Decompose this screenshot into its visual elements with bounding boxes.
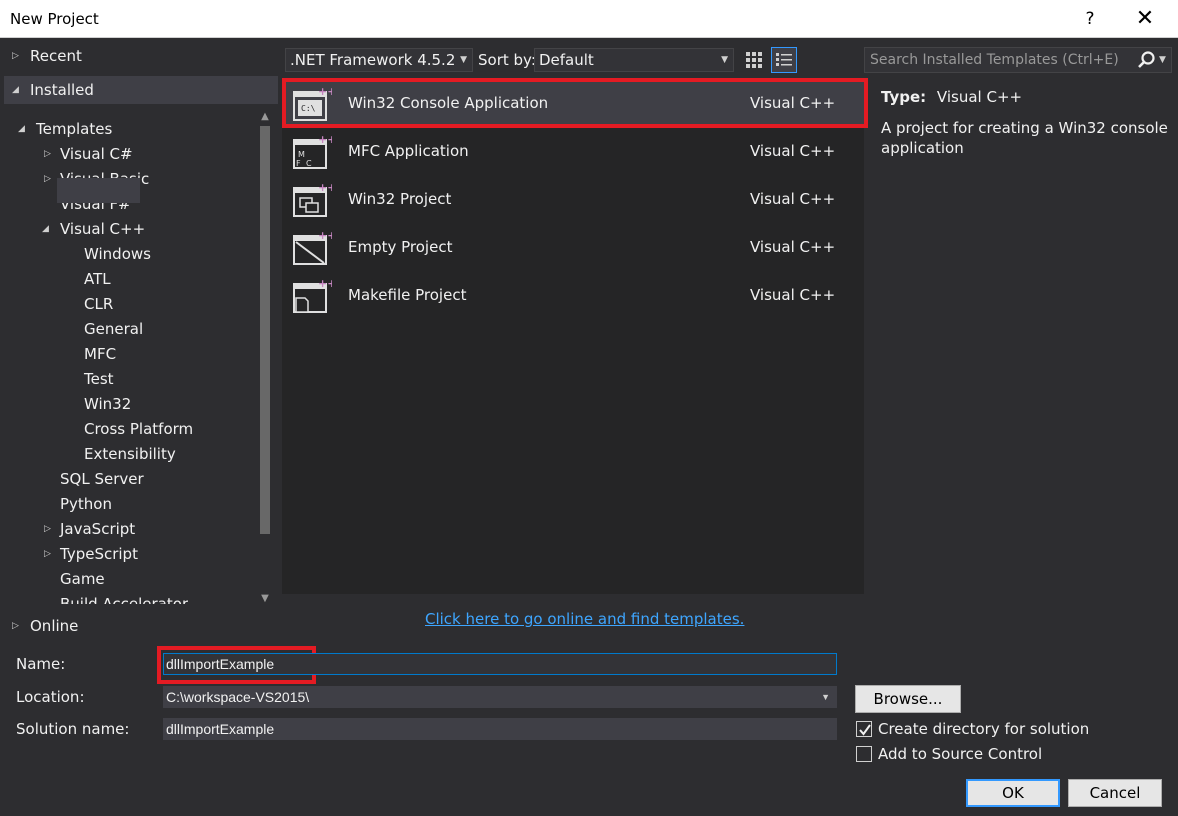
scroll-up-icon[interactable]: ▲ [256,108,274,126]
tree-item-sql-server[interactable]: SQL Server [60,467,144,491]
small-icons-view-button[interactable] [741,47,767,73]
tree-item-extensibility[interactable]: Extensibility [84,442,176,466]
collapse-icon[interactable]: ◢ [42,217,52,241]
collapse-icon[interactable]: ◢ [12,78,22,102]
chevron-down-icon[interactable]: ▼ [1159,48,1166,72]
create-directory-label[interactable]: Create directory for solution [878,720,1089,738]
title-bar: New Project ? ✕ [0,0,1178,38]
cancel-button[interactable]: Cancel [1068,779,1162,807]
tree-item-mfc[interactable]: MFC [84,342,116,366]
name-input[interactable]: dllImportExample [163,653,837,675]
template-item-win32-project[interactable]: ++ Win32 Project Visual C++ [282,176,864,224]
template-tree: ▷ Recent ◢ Installed ◢ Templates ▷ Visua… [0,38,278,610]
expand-icon[interactable]: ▷ [12,44,22,68]
list-view-icon [776,53,792,66]
location-label: Location: [16,688,85,706]
template-item-mfc-app[interactable]: M F C ++ MFC Application Visual C++ [282,128,864,176]
create-directory-checkbox[interactable] [856,721,872,737]
tree-item-cross-platform[interactable]: Cross Platform [84,417,193,441]
window-title: New Project [10,10,99,28]
browse-button[interactable]: Browse... [855,685,961,713]
solution-name-input[interactable]: dllImportExample [163,718,837,740]
svg-text:++: ++ [318,278,332,290]
add-source-control-label[interactable]: Add to Source Control [878,745,1042,763]
tree-item-clr[interactable]: CLR [84,292,113,316]
scroll-thumb[interactable] [260,126,270,534]
chevron-down-icon: ▼ [721,55,728,65]
name-label: Name: [16,655,66,673]
close-button[interactable]: ✕ [1130,4,1160,34]
template-list: C:\ ++ Win32 Console Application Visual … [282,78,864,594]
empty-project-icon: ++ [293,230,332,265]
search-box[interactable]: ▼ [864,47,1172,73]
expand-icon[interactable]: ▷ [44,167,54,191]
chevron-down-icon[interactable]: ▼ [821,687,830,707]
tree-item-win32[interactable]: Win32 [84,392,131,416]
list-view-button[interactable] [771,47,797,73]
collapse-icon[interactable]: ◢ [18,117,28,141]
tree-item-atl[interactable]: ATL [84,267,111,291]
expand-icon[interactable]: ▷ [12,614,22,638]
svg-text:F: F [296,159,301,168]
location-combobox[interactable]: C:\workspace-VS2015\ ▼ [163,686,837,708]
chevron-down-icon: ▼ [460,55,467,65]
template-item-makefile-project[interactable]: ++ Makefile Project Visual C++ [282,272,864,320]
tree-item-python[interactable]: Python [60,492,112,516]
svg-text:C: C [306,159,312,168]
ok-button[interactable]: OK [966,779,1060,807]
sort-dropdown[interactable]: Default ▼ [534,48,734,72]
search-input[interactable] [865,48,1127,72]
template-item-empty-project[interactable]: ++ Empty Project Visual C++ [282,224,864,272]
sort-label: Sort by: [478,51,536,69]
svg-text:++: ++ [318,134,332,146]
tree-scrollbar[interactable]: ▲ ▼ [256,108,274,608]
tree-item-game[interactable]: Game [60,567,105,591]
tree-item-windows[interactable]: Windows [84,242,151,266]
checkmark-icon [859,724,871,736]
makefile-project-icon: ++ [293,278,332,313]
tree-selection-visual-cpp [57,178,140,203]
solution-name-label: Solution name: [16,720,130,738]
template-description: A project for creating a Win32 console a… [881,119,1168,157]
framework-dropdown[interactable]: .NET Framework 4.5.2 ▼ [285,48,473,72]
mfc-app-icon: M F C ++ [293,134,332,169]
grid-view-icon [746,52,762,68]
expand-icon[interactable]: ▷ [44,142,54,166]
tree-item-build-accelerator[interactable]: Build Accelerator [60,592,188,604]
expand-icon[interactable]: ▷ [44,542,54,566]
scroll-down-icon[interactable]: ▼ [256,590,274,608]
win32-project-icon: ++ [293,182,332,217]
help-button[interactable]: ? [1078,6,1102,32]
svg-text:++: ++ [318,182,332,194]
svg-text:M: M [298,150,305,159]
svg-text:++: ++ [318,230,332,242]
tree-item-test[interactable]: Test [84,367,114,391]
highlight-box-template [282,78,868,128]
search-icon[interactable] [1137,50,1157,70]
add-source-control-checkbox[interactable] [856,746,872,762]
tree-item-general[interactable]: General [84,317,143,341]
online-templates-link[interactable]: Click here to go online and find templat… [425,610,744,628]
expand-icon[interactable]: ▷ [44,517,54,541]
template-type: Type: Visual C++ [881,88,1023,106]
